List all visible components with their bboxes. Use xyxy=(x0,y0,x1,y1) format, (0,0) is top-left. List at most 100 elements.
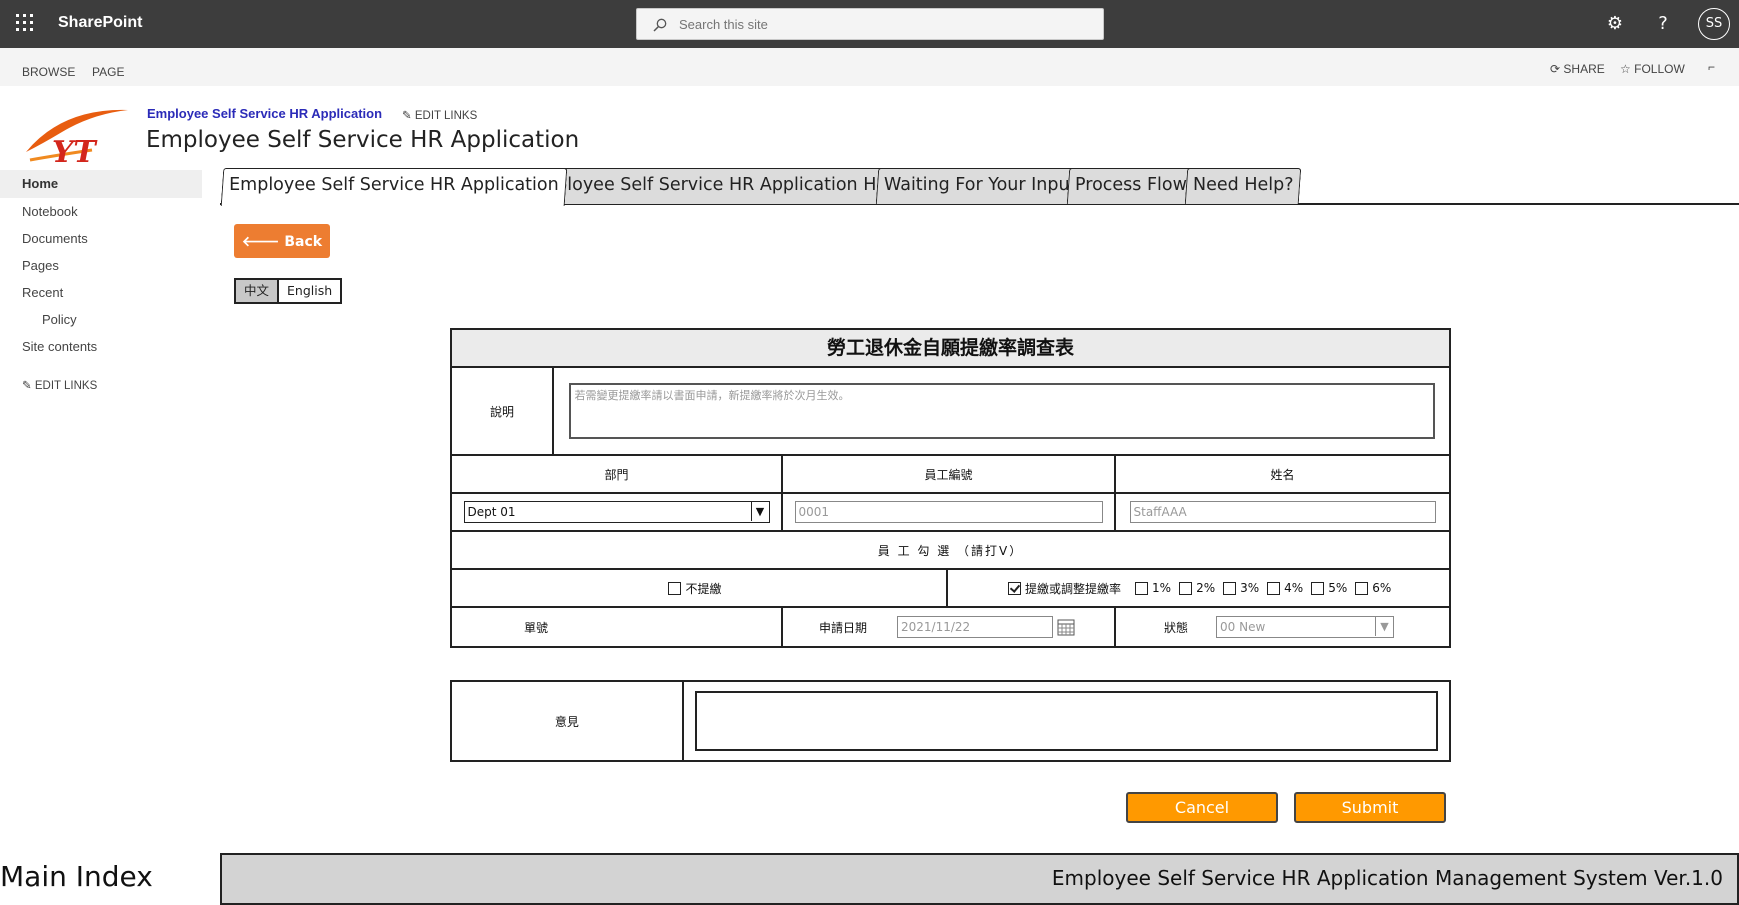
employee-number-field[interactable] xyxy=(794,501,1103,523)
dept-cell: Dept 01 ▼ xyxy=(452,494,783,530)
tab-label: Waiting For Your Input xyxy=(884,175,1077,195)
adjust-cell: 提繳或調整提繳率 1% 2% 3% 4% 5% 6% xyxy=(948,570,1449,606)
app-launcher-icon[interactable] xyxy=(16,14,36,34)
no-contribute-label: 不提繳 xyxy=(685,581,722,596)
main-index-link[interactable]: Main Index xyxy=(0,860,153,893)
opinion-section: 意見 xyxy=(450,680,1451,762)
nav-item-documents[interactable]: Documents xyxy=(22,231,88,246)
name-header: 姓名 xyxy=(1270,467,1295,482)
cancel-button[interactable]: Cancel xyxy=(1126,792,1278,823)
apply-date-field[interactable] xyxy=(897,616,1054,638)
status-cell: 狀態 00 New ▼ xyxy=(1116,608,1449,646)
share-icon: ⟳ xyxy=(1550,62,1561,76)
share-label: SHARE xyxy=(1563,62,1605,76)
submit-button[interactable]: Submit xyxy=(1294,792,1446,823)
calendar-icon[interactable] xyxy=(1057,618,1075,636)
search-box[interactable] xyxy=(636,8,1104,40)
pencil-icon: ✎ xyxy=(402,110,412,122)
nav-item-recent[interactable]: Recent xyxy=(22,285,63,300)
focus-mode-icon[interactable]: ⌐ xyxy=(1708,60,1715,74)
chevron-down-icon: ▼ xyxy=(1375,617,1393,636)
edit-links-nav-label: EDIT LINKS xyxy=(34,380,98,392)
rate-5-checkbox[interactable] xyxy=(1311,581,1325,595)
meta-row: 單號 申請日期 狀態 00 New ▼ xyxy=(452,608,1449,646)
tab-label: Process Flow xyxy=(1075,175,1187,195)
svg-text:YT: YT xyxy=(52,135,98,170)
note-cell: 若需變更提繳率請以書面申請，新提繳率將於次月生效。 xyxy=(554,368,1449,454)
rate-6-checkbox[interactable] xyxy=(1355,581,1369,595)
tab-label: Need Help? xyxy=(1193,175,1294,195)
opinion-textarea[interactable] xyxy=(694,691,1438,751)
ribbon-tab-browse[interactable]: BROWSE xyxy=(22,65,75,79)
footer-system-banner: Employee Self Service HR Application Man… xyxy=(220,853,1739,905)
no-contribute-cell: 不提繳 xyxy=(452,570,948,606)
ribbon-bar: BROWSE PAGE ⟳ SHARE ☆ FOLLOW ⌐ xyxy=(0,48,1739,86)
star-icon: ☆ xyxy=(1620,62,1631,76)
help-icon[interactable]: ? xyxy=(1651,12,1675,36)
contribution-options-row: 不提繳 提繳或調整提繳率 1% 2% 3% 4% 5% 6% xyxy=(452,570,1449,608)
status-select[interactable]: 00 New ▼ xyxy=(1216,616,1395,638)
nav-item-site-contents[interactable]: Site contents xyxy=(22,339,97,354)
chevron-down-icon: ▼ xyxy=(750,502,769,521)
site-breadcrumb-link[interactable]: Employee Self Service HR Application xyxy=(147,106,382,121)
edit-links-label: EDIT LINKS xyxy=(414,110,478,122)
rate-2-checkbox[interactable] xyxy=(1179,581,1193,595)
avatar[interactable]: SS xyxy=(1698,8,1730,40)
no-contribute-checkbox[interactable] xyxy=(668,581,682,595)
follow-button[interactable]: ☆ FOLLOW xyxy=(1620,62,1685,76)
follow-label: FOLLOW xyxy=(1634,62,1685,76)
header-row: 部門 員工編號 姓名 xyxy=(452,456,1449,494)
nav-item-notebook[interactable]: Notebook xyxy=(22,204,78,219)
name-cell xyxy=(1116,494,1449,530)
apply-date-cell: 申請日期 xyxy=(783,608,1116,646)
apply-date-label: 申請日期 xyxy=(819,620,868,635)
tab-process-flow[interactable]: Process Flow xyxy=(1066,168,1196,204)
pension-survey-form: 勞工退休金自願提繳率調查表 說明 若需變更提繳率請以書面申請，新提繳率將於次月生… xyxy=(450,328,1451,648)
back-label: Back xyxy=(284,233,323,250)
edit-links-nav[interactable]: ✎ EDIT LINKS xyxy=(22,378,97,392)
tab-history[interactable]: Employee Self Service HR Application His… xyxy=(519,168,934,204)
tab-need-help[interactable]: Need Help? xyxy=(1184,168,1302,204)
language-english-button[interactable]: English xyxy=(279,280,340,302)
dept-select[interactable]: Dept 01 ▼ xyxy=(463,501,770,523)
form-no-label: 單號 xyxy=(452,608,783,646)
form-title: 勞工退休金自願提繳率調查表 xyxy=(452,330,1449,368)
tab-waiting[interactable]: Waiting For Your Input xyxy=(875,168,1085,204)
ribbon-tab-page[interactable]: PAGE xyxy=(92,65,124,79)
language-toggle: 中文 English xyxy=(234,278,343,304)
rate-1-label: 1% xyxy=(1152,581,1172,595)
rate-3-checkbox[interactable] xyxy=(1223,581,1237,595)
brand-name[interactable]: SharePoint xyxy=(58,14,142,32)
adjust-checkbox[interactable] xyxy=(1008,581,1021,595)
company-logo[interactable]: YT xyxy=(22,100,134,172)
tab-application[interactable]: Employee Self Service HR Application xyxy=(220,168,567,206)
edit-links-top[interactable]: ✎ EDIT LINKS xyxy=(402,108,477,122)
share-button[interactable]: ⟳ SHARE xyxy=(1550,62,1605,76)
employee-name-field[interactable] xyxy=(1129,501,1436,523)
check-title-row: 員 工 勾 選 （請打V） xyxy=(452,532,1449,570)
rate-3-label: 3% xyxy=(1240,581,1260,595)
rate-1-checkbox[interactable] xyxy=(1135,581,1149,595)
search-input[interactable] xyxy=(679,13,1079,35)
employee-row: Dept 01 ▼ xyxy=(452,494,1449,532)
language-chinese-button[interactable]: 中文 xyxy=(236,280,280,302)
nav-item-home[interactable]: Home xyxy=(0,170,202,198)
nav-item-pages[interactable]: Pages xyxy=(22,258,59,273)
nav-item-policy[interactable]: Policy xyxy=(42,312,77,327)
note-textarea[interactable]: 若需變更提繳率請以書面申請，新提繳率將於次月生效。 xyxy=(568,383,1435,439)
tab-label: Employee Self Service HR Application xyxy=(229,175,559,195)
rate-2-label: 2% xyxy=(1196,581,1216,595)
dept-header: 部門 xyxy=(452,456,783,492)
rate-4-checkbox[interactable] xyxy=(1267,581,1281,595)
opinion-label: 意見 xyxy=(452,682,684,760)
status-label: 狀態 xyxy=(1164,620,1189,635)
emp-no-header: 員工編號 xyxy=(783,456,1116,492)
note-row: 說明 若需變更提繳率請以書面申請，新提繳率將於次月生效。 xyxy=(452,368,1449,456)
rate-5-label: 5% xyxy=(1328,581,1348,595)
back-button[interactable]: 🡐 Back xyxy=(234,224,330,258)
note-label: 說明 xyxy=(452,368,554,454)
suite-bar: SharePoint ⚙ ? SS xyxy=(0,0,1739,48)
dept-select-value: Dept 01 xyxy=(467,505,516,519)
rate-4-label: 4% xyxy=(1284,581,1304,595)
settings-gear-icon[interactable]: ⚙ xyxy=(1603,12,1627,36)
